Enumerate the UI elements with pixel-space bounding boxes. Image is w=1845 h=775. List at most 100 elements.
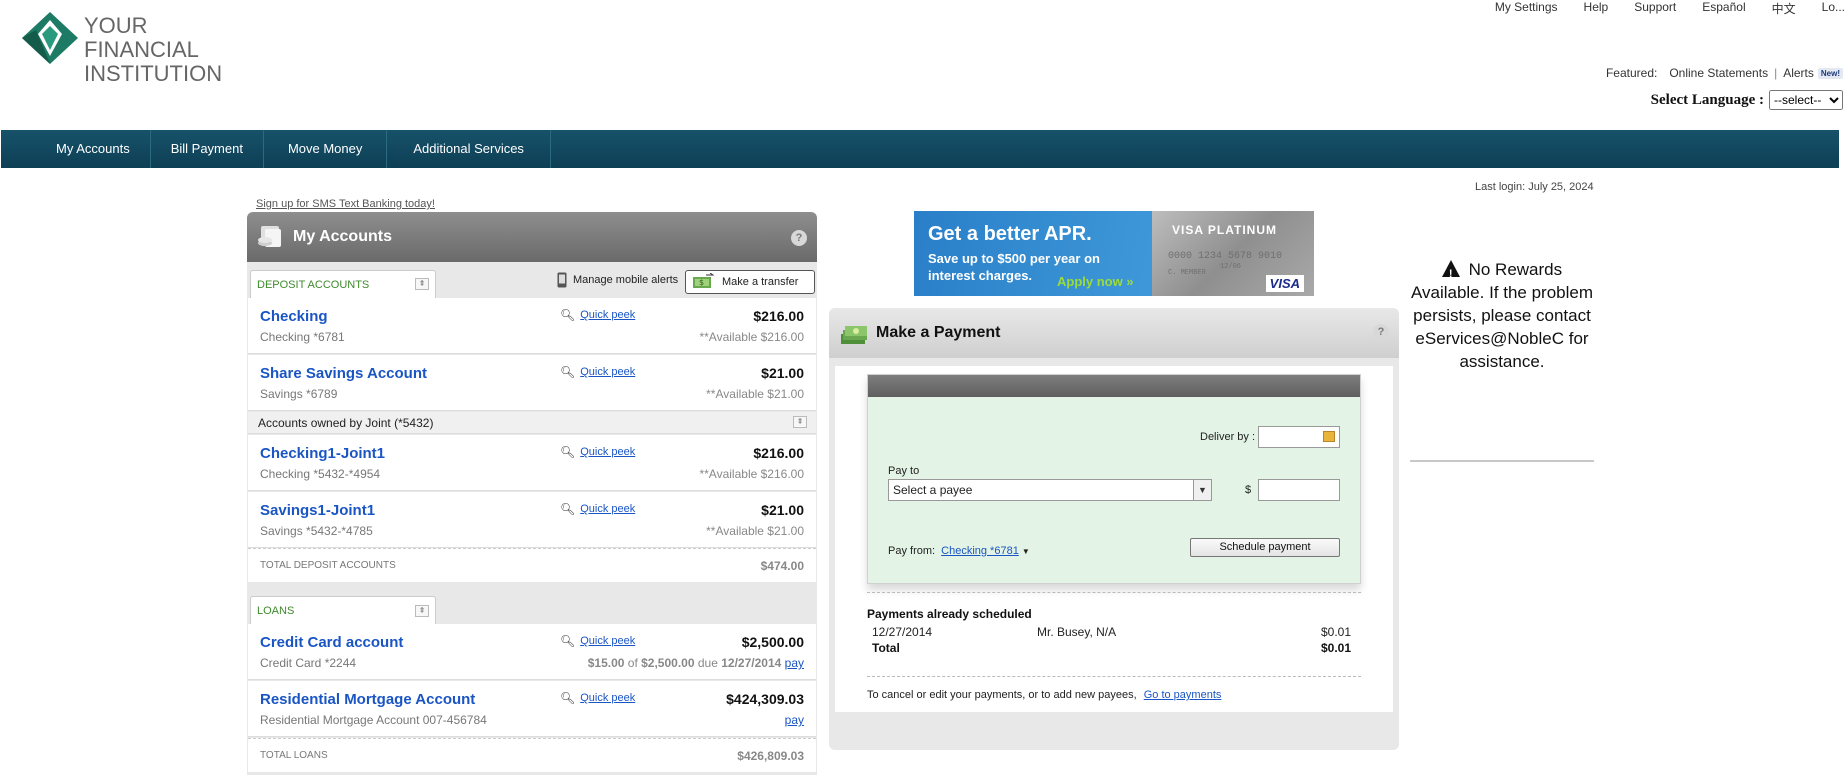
collapse-deposit-icon[interactable]: ⇞: [415, 278, 429, 290]
joint-accounts-label: Accounts owned by Joint (*5432): [258, 416, 434, 430]
payment-footer: To cancel or edit your payments, or to a…: [867, 676, 1361, 701]
calendar-icon[interactable]: [1323, 431, 1335, 442]
loans-tab[interactable]: LOANS: [250, 596, 436, 624]
quick-peek-link[interactable]: Quick peek: [580, 635, 635, 647]
payment-due-info: $15.00 of $2,500.00 due 12/27/2014 pay: [588, 656, 804, 670]
make-transfer-label: Make a transfer: [722, 276, 799, 288]
pay-from-label: Pay from:: [888, 545, 936, 557]
payee-value: Select a payee: [893, 483, 973, 497]
quick-peek[interactable]: 🔍︎ Quick peek: [560, 691, 635, 705]
featured-links: Featured: Online Statements | Alerts New…: [1606, 66, 1843, 80]
deliver-by-label: Deliver by :: [1200, 431, 1256, 443]
account-name-link[interactable]: Checking1-Joint1: [260, 445, 385, 462]
make-transfer-button[interactable]: $ Make a transfer: [685, 270, 815, 294]
deliver-by-input[interactable]: [1258, 426, 1340, 448]
manage-mobile-label: Manage mobile alerts: [573, 274, 679, 286]
quick-peek-link[interactable]: Quick peek: [580, 366, 635, 378]
account-name-link[interactable]: Credit Card account: [260, 634, 403, 651]
my-settings-link[interactable]: My Settings: [1495, 0, 1558, 16]
search-icon: 🔍︎: [560, 691, 576, 705]
quick-peek[interactable]: 🔍︎ Quick peek: [560, 634, 635, 648]
warning-icon: [1441, 260, 1460, 286]
quick-peek[interactable]: 🔍︎ Quick peek: [560, 365, 635, 379]
card-brand: VISA PLATINUM: [1172, 223, 1277, 237]
payment-panel-header: Make a Payment ?: [829, 308, 1399, 358]
quick-peek[interactable]: 🔍︎ Quick peek: [560, 502, 635, 516]
chevron-down-icon: ▼: [1193, 480, 1211, 500]
nav-my-accounts[interactable]: My Accounts: [36, 130, 151, 168]
quick-peek-link[interactable]: Quick peek: [580, 309, 635, 321]
support-link[interactable]: Support: [1634, 0, 1676, 16]
account-balance: $2,500.00: [741, 634, 804, 650]
available-balance: **Available $216.00: [699, 467, 804, 481]
card-date: 12/06: [1220, 263, 1242, 271]
scheduled-heading: Payments already scheduled: [867, 607, 1032, 621]
chinese-link[interactable]: 中文: [1772, 0, 1796, 16]
quick-peek-link[interactable]: Quick peek: [580, 446, 635, 458]
deposit-accounts-tab[interactable]: DEPOSIT ACCOUNTS: [250, 270, 436, 298]
pay-from-row: Pay from: Checking *6781 ▼: [888, 545, 1030, 557]
my-accounts-panel: My Accounts ? DEPOSIT ACCOUNTS ⇞ Manage …: [247, 212, 817, 775]
help-link[interactable]: Help: [1584, 0, 1609, 16]
card-holder: C. MEMBER: [1168, 269, 1206, 277]
svg-text:$: $: [699, 278, 704, 287]
scheduled-total-label: Total: [872, 641, 900, 655]
scheduled-payments: Payments already scheduled 12/27/2014 Mr…: [867, 592, 1361, 655]
payment-panel-title: Make a Payment: [876, 324, 1001, 341]
language-select[interactable]: --select--: [1769, 90, 1843, 110]
quick-peek-link[interactable]: Quick peek: [580, 692, 635, 704]
pay-link[interactable]: pay: [785, 656, 804, 670]
quick-peek-link[interactable]: Quick peek: [580, 503, 635, 515]
account-name-link[interactable]: Savings1-Joint1: [260, 502, 375, 519]
due-amount: $15.00: [587, 656, 625, 670]
manage-mobile-alerts[interactable]: Manage mobile alerts: [557, 272, 678, 288]
pay-link[interactable]: pay: [785, 713, 804, 727]
account-number: Residential Mortgage Account 007-456784: [260, 713, 487, 727]
apply-now-link[interactable]: Apply now »: [1057, 274, 1134, 289]
institution-logo[interactable]: YOUR FINANCIAL INSTITUTION: [22, 12, 242, 86]
schedule-payment-button[interactable]: Schedule payment: [1190, 538, 1340, 557]
rewards-message: No Rewards Available. If the problem per…: [1410, 260, 1594, 371]
nav-move-money[interactable]: Move Money: [264, 130, 388, 168]
account-name-link[interactable]: Checking: [260, 308, 328, 325]
logout-link[interactable]: Lo...: [1822, 0, 1845, 16]
apr-promo-banner[interactable]: Get a better APR. Save up to $500 per ye…: [914, 211, 1314, 296]
last-login: Last login: July 25, 2024: [1475, 181, 1594, 193]
search-icon: 🔍︎: [560, 365, 576, 379]
account-balance: $216.00: [753, 308, 804, 324]
due-date: 12/27/2014: [721, 656, 782, 670]
account-row: Savings1-Joint1 Savings *5432-*4785 🔍︎ Qu…: [248, 492, 816, 548]
payee-select[interactable]: Select a payee ▼: [888, 479, 1212, 501]
online-statements-link[interactable]: Online Statements: [1669, 66, 1768, 80]
money-transfer-icon: $: [693, 273, 714, 288]
account-balance: $21.00: [761, 502, 804, 518]
go-to-payments-link[interactable]: Go to payments: [1144, 689, 1222, 701]
caret-down-icon[interactable]: ▼: [1022, 547, 1030, 556]
loans-tab-label: LOANS: [257, 605, 295, 617]
nav-bill-payment[interactable]: Bill Payment: [151, 130, 264, 168]
collapse-loans-icon[interactable]: ⇞: [415, 605, 429, 617]
alerts-link[interactable]: Alerts: [1783, 66, 1814, 80]
account-name-link[interactable]: Residential Mortgage Account: [260, 691, 475, 708]
accounts-panel-header: My Accounts ?: [247, 212, 817, 262]
total-loans-amount: $426,809.03: [737, 749, 804, 763]
espanol-link[interactable]: Español: [1702, 0, 1745, 16]
scheduled-date: 12/27/2014: [872, 625, 933, 639]
nav-additional-services[interactable]: Additional Services: [387, 130, 551, 168]
mobile-phone-icon: [557, 272, 567, 288]
sms-banking-link[interactable]: Sign up for SMS Text Banking today!: [256, 198, 435, 210]
help-icon[interactable]: ?: [1373, 324, 1389, 340]
quick-peek[interactable]: 🔍︎ Quick peek: [560, 445, 635, 459]
quick-peek[interactable]: 🔍︎ Quick peek: [560, 308, 635, 322]
amount-input[interactable]: [1258, 479, 1340, 501]
account-balance: $216.00: [753, 445, 804, 461]
collapse-joint-icon[interactable]: ⇞: [793, 416, 807, 428]
account-name-link[interactable]: Share Savings Account: [260, 365, 427, 382]
account-number: Savings *5432-*4785: [260, 524, 373, 538]
account-number: Credit Card *2244: [260, 656, 357, 670]
account-row: Checking Checking *6781 🔍︎ Quick peek $21…: [248, 298, 816, 354]
account-number: Checking *6781: [260, 330, 345, 344]
pay-from-account-link[interactable]: Checking *6781: [941, 545, 1019, 557]
help-icon[interactable]: ?: [791, 230, 807, 246]
total-loans-label: TOTAL LOANS: [260, 750, 328, 761]
